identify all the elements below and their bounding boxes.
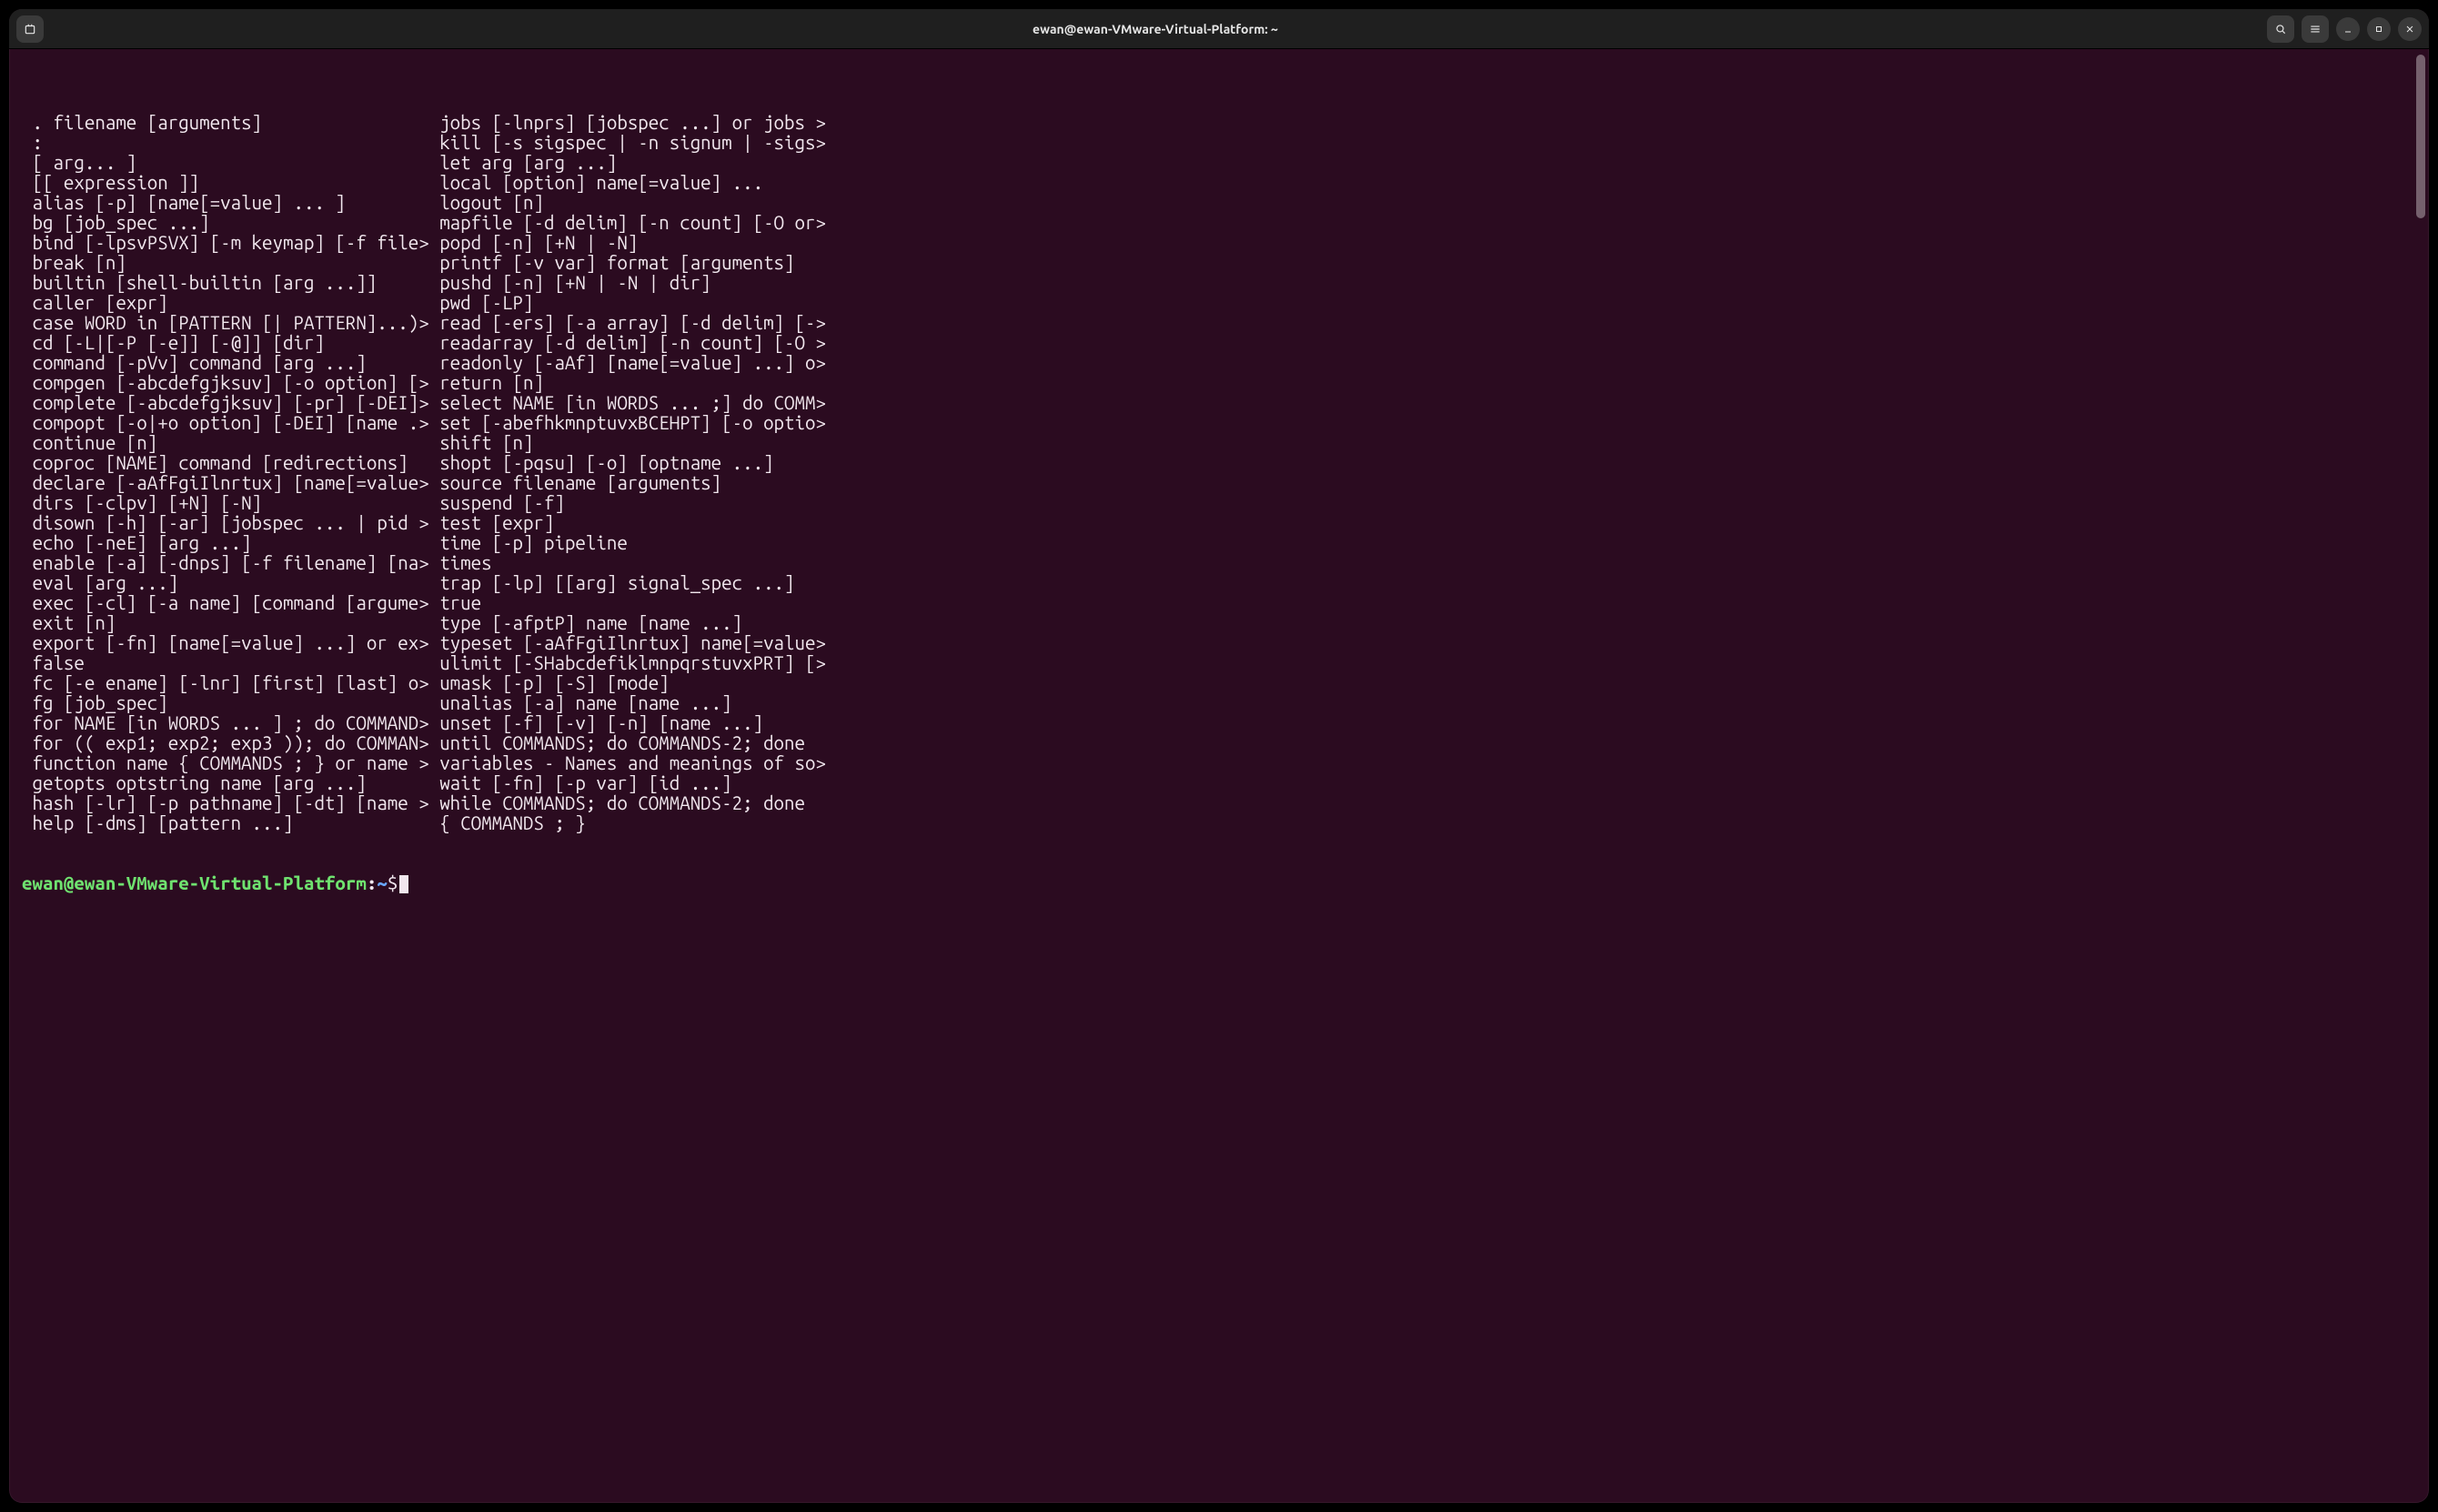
maximize-button[interactable] bbox=[2367, 17, 2391, 41]
close-icon bbox=[2404, 24, 2415, 35]
help-output: . filename [arguments] : [ arg... ] [[ e… bbox=[22, 113, 2422, 833]
close-button[interactable] bbox=[2398, 17, 2422, 41]
cursor bbox=[399, 875, 408, 893]
prompt-line[interactable]: ewan@ewan-VMware-Virtual-Platform:~$ bbox=[22, 873, 2422, 893]
prompt-user-host: ewan@ewan-VMware-Virtual-Platform bbox=[22, 872, 367, 893]
help-col-1: . filename [arguments] : [ arg... ] [[ e… bbox=[22, 113, 439, 833]
help-col-2: jobs [-lnprs] [jobspec ...] or jobs > ki… bbox=[439, 113, 857, 833]
terminal-body[interactable]: . filename [arguments] : [ arg... ] [[ e… bbox=[9, 49, 2429, 1503]
maximize-icon bbox=[2373, 24, 2384, 35]
prompt-colon: : bbox=[367, 872, 377, 893]
titlebar: ewan@ewan-VMware-Virtual-Platform: ~ bbox=[9, 9, 2429, 49]
hamburger-icon bbox=[2309, 23, 2322, 35]
new-tab-icon bbox=[24, 23, 36, 35]
minimize-icon bbox=[2342, 24, 2353, 35]
menu-button[interactable] bbox=[2302, 15, 2329, 43]
minimize-button[interactable] bbox=[2336, 17, 2360, 41]
prompt-dollar: $ bbox=[388, 872, 398, 893]
window-title: ewan@ewan-VMware-Virtual-Platform: ~ bbox=[51, 22, 2260, 36]
prompt-path: ~ bbox=[377, 872, 387, 893]
search-icon bbox=[2274, 23, 2287, 35]
new-tab-button[interactable] bbox=[16, 15, 44, 43]
terminal-window: ewan@ewan-VMware-Virtual-Platform: ~ . f… bbox=[9, 9, 2429, 1503]
search-button[interactable] bbox=[2267, 15, 2294, 43]
scrollbar-thumb[interactable] bbox=[2416, 55, 2425, 218]
